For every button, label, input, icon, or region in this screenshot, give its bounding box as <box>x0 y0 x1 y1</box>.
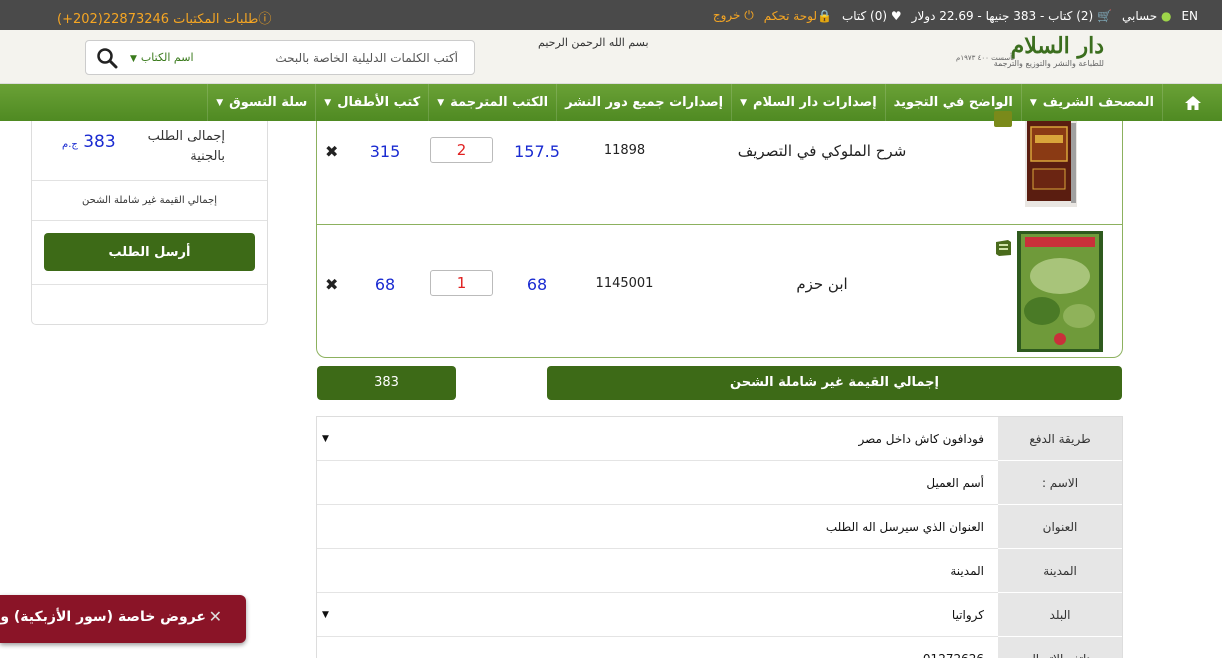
site-header: اسم الكتاب▼ بسم الله الرحمن الرحيم دار ا… <box>0 30 1222 84</box>
quantity-input[interactable]: 1 <box>430 270 493 296</box>
cart-icon: 🛒 <box>1097 8 1112 23</box>
promo-text[interactable]: عروض خاصة (سور الأزبكية) و <box>0 609 206 625</box>
caret-down-icon: ▼ <box>437 97 445 108</box>
search-box: اسم الكتاب▼ <box>85 40 475 75</box>
form-row: طريقة الدفع فودافون كاش داخل مصر ▼ <box>317 417 1122 461</box>
book-icon[interactable] <box>993 239 1013 257</box>
cart-link[interactable]: 🛒 (2) كتاب - 383 جنيها - 22.69 دولار <box>912 9 1112 23</box>
form-label: طريقة الدفع <box>998 417 1122 461</box>
grand-total-value: 383 <box>317 366 456 400</box>
wishlist-link[interactable]: ♥ (0) كتاب <box>842 9 902 23</box>
book-title[interactable]: شرح الملوكي في التصريف <box>697 142 947 160</box>
form-row: المدينة المدينة <box>317 549 1122 593</box>
dashboard-link[interactable]: 🔒لوحة تحكم <box>764 9 832 23</box>
form-input[interactable]: المدينة <box>950 549 984 593</box>
nav-item[interactable]: إصدارات جميع دور النشر <box>556 84 731 121</box>
info-icon: ⓘ <box>258 12 272 27</box>
caret-down-icon: ▼ <box>740 97 748 108</box>
unit-price: 68 <box>526 275 548 294</box>
book-cover[interactable] <box>1017 231 1103 352</box>
form-input[interactable]: أسم العميل <box>926 461 984 505</box>
order-summary: إجمالى الطلب بالجنية 383 ج.م إجمالي القي… <box>31 121 268 325</box>
caret-down-icon: ▼ <box>216 97 224 108</box>
form-label: الاسم : <box>998 461 1122 505</box>
caret-down-icon: ▼ <box>130 54 137 64</box>
language-link[interactable]: EN <box>1181 9 1198 23</box>
book-title[interactable]: ابن حزم <box>697 275 947 293</box>
form-row: العنوان العنوان الذي سيرسل اله الطلب <box>317 505 1122 549</box>
book-cover[interactable] <box>1025 121 1077 207</box>
main-nav: المصحف الشريف ▼ الواضح في التجويد إصدارات د… <box>0 84 1222 121</box>
power-icon: ⏻ <box>744 8 754 22</box>
remove-item-button[interactable]: ✖ <box>325 142 338 161</box>
account-link[interactable]: ● حسابي <box>1122 9 1171 23</box>
caret-down-icon: ▼ <box>324 97 332 108</box>
heart-icon: ♥ <box>890 8 902 23</box>
nav-item[interactable]: سلة التسوق ▼ <box>207 84 315 121</box>
form-label: العنوان <box>998 505 1122 549</box>
logout-link[interactable]: ⏻ خروج <box>713 8 754 23</box>
form-input[interactable]: العنوان الذي سيرسل اله الطلب <box>826 505 984 549</box>
nav-item[interactable]: الكتب المترجمة ▼ <box>428 84 556 121</box>
nav-list: المصحف الشريف ▼ الواضح في التجويد إصدارات د… <box>207 84 1222 121</box>
table-row: ✖ 68 1 68 1145001 ابن حزم <box>317 225 1122 357</box>
top-bar: ⓘطلبات المكتبات 22873246(202+) EN ● حساب… <box>0 0 1222 30</box>
promo-banner[interactable]: ✕ عروض خاصة (سور الأزبكية) و <box>0 595 246 643</box>
site-logo[interactable]: دار السلام تأسست ٤٠٠ ١٩٧٣م للطباعة والنش… <box>956 34 1104 80</box>
nav-item[interactable]: كتب الأطفال ▼ <box>315 84 428 121</box>
cart-table: ✖ 315 2 157.5 11898 شرح الملوكي في التصر… <box>316 111 1123 358</box>
top-links: EN ● حسابي 🛒 (2) كتاب - 383 جنيها - 22.6… <box>713 8 1198 23</box>
form-label: البلد <box>998 593 1122 637</box>
nav-item[interactable]: المصحف الشريف ▼ <box>1020 84 1162 121</box>
submit-row: أرسل الطلب <box>32 221 267 285</box>
row-total: 68 <box>374 275 396 294</box>
user-icon: ● <box>1160 8 1172 23</box>
form-label: المدينة <box>998 549 1122 593</box>
row-total: 315 <box>369 142 401 161</box>
form-label: هاتف الاتصال <box>998 637 1122 658</box>
quantity-input[interactable]: 2 <box>430 137 493 163</box>
remove-item-button[interactable]: ✖ <box>325 275 338 294</box>
order-total-value: 383 ج.م <box>62 132 116 152</box>
table-row: ✖ 315 2 157.5 11898 شرح الملوكي في التصر… <box>317 111 1122 225</box>
form-input[interactable]: 01272626 <box>923 637 984 658</box>
form-select[interactable]: كرواتيا <box>952 593 984 637</box>
grand-total-label: إجمالي القيمة غير شاملة الشحن <box>547 366 1122 400</box>
nav-home[interactable] <box>1162 84 1222 121</box>
form-select[interactable]: فودافون كاش داخل مصر <box>859 417 984 461</box>
form-row: الاسم : أسم العميل <box>317 461 1122 505</box>
search-scope-select[interactable]: اسم الكتاب▼ <box>130 51 194 64</box>
basmala: بسم الله الرحمن الرحيم <box>538 36 649 49</box>
shipping-note: إجمالي القيمة غير شاملة الشحن <box>32 181 267 221</box>
caret-down-icon[interactable]: ▼ <box>322 593 329 637</box>
book-icon[interactable] <box>993 110 1013 128</box>
submit-order-button[interactable]: أرسل الطلب <box>44 233 255 271</box>
search-button[interactable] <box>86 41 128 74</box>
search-input[interactable] <box>228 48 458 68</box>
form-row: هاتف الاتصال 01272626 <box>317 637 1122 658</box>
caret-down-icon: ▼ <box>1029 97 1037 108</box>
book-code: 11898 <box>603 143 646 158</box>
nav-item[interactable]: إصدارات دار السلام ▼ <box>731 84 885 121</box>
search-icon <box>97 47 118 68</box>
close-icon[interactable]: ✕ <box>209 607 222 626</box>
unit-price: 157.5 <box>514 142 560 161</box>
checkout-form: طريقة الدفع فودافون كاش داخل مصر ▼ الاسم : أ… <box>316 416 1123 658</box>
book-code: 1145001 <box>595 276 654 291</box>
order-total-row: إجمالى الطلب بالجنية 383 ج.م <box>32 121 267 181</box>
order-total-label: إجمالى الطلب بالجنية <box>147 129 225 164</box>
home-icon <box>1184 95 1201 110</box>
logo-established: تأسست ٤٠٠ ١٩٧٣م <box>956 54 1015 62</box>
lock-icon: 🔒 <box>816 8 832 23</box>
library-orders-phone[interactable]: ⓘطلبات المكتبات 22873246(202+) <box>57 8 271 27</box>
form-row: البلد كرواتيا ▼ <box>317 593 1122 637</box>
caret-down-icon[interactable]: ▼ <box>322 417 329 461</box>
